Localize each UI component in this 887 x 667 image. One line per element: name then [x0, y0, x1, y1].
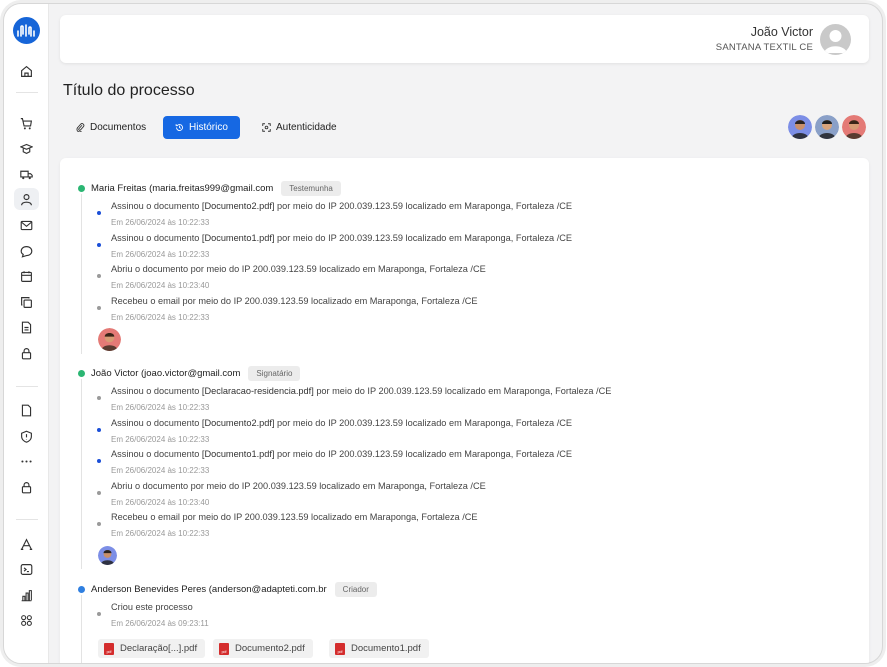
file-icon[interactable] — [14, 399, 39, 421]
event-dot — [97, 459, 101, 463]
pdf-icon — [219, 642, 229, 655]
graduation-cap-icon[interactable] — [14, 137, 39, 159]
tab-documentos-label: Documentos — [90, 122, 147, 133]
more-dots-icon[interactable] — [14, 450, 39, 472]
apps-icon[interactable] — [14, 609, 39, 631]
text-font-icon[interactable] — [14, 533, 39, 555]
signer-row: Maria Freitas (maria.freitas999@gmail.co… — [78, 181, 341, 196]
event-dot — [97, 522, 101, 526]
timeline-line — [81, 595, 82, 663]
event-dot — [97, 211, 101, 215]
signer-row: João Victor (joao.victor@gmail.com Signa… — [78, 366, 301, 381]
pdf-icon — [335, 642, 345, 655]
event-text: Assinou o documento [Documento1.pdf] por… — [111, 449, 573, 459]
event-time: Em 26/06/2024 às 10:22:33 — [111, 313, 210, 322]
tab-documentos[interactable]: Documentos — [64, 116, 158, 139]
tab-historico[interactable]: Histórico — [163, 116, 240, 139]
document-name: Documento1.pdf — [351, 643, 421, 654]
pdf-icon — [104, 642, 114, 655]
signer-name: Maria Freitas (maria.freitas999@gmail.co… — [91, 183, 274, 194]
signer-name: Anderson Benevides Peres (anderson@adapt… — [91, 584, 327, 595]
chat-icon[interactable] — [14, 240, 39, 262]
lock-icon[interactable] — [14, 476, 39, 498]
event-time: Em 26/06/2024 às 10:23:40 — [111, 498, 210, 507]
timeline-line — [81, 379, 82, 569]
event-text: Assinou o documento [Declaracao-residenc… — [111, 386, 612, 396]
history-card: Maria Freitas (maria.freitas999@gmail.co… — [60, 158, 869, 663]
document-chip[interactable]: Declaração[...].pdf — [98, 639, 206, 658]
copy-icon[interactable] — [14, 291, 39, 313]
scan-icon — [262, 123, 271, 132]
avatar[interactable] — [842, 115, 866, 139]
event-text: Abriu o documento por meio do IP 200.039… — [111, 481, 486, 491]
event-dot — [97, 396, 101, 400]
event-text: Assinou o documento [Documento2.pdf] por… — [111, 418, 573, 428]
signature-avatar — [98, 546, 117, 565]
terminal-icon[interactable] — [14, 558, 39, 580]
signer-name: João Victor (joao.victor@gmail.com — [91, 368, 241, 379]
event-dot — [97, 274, 101, 278]
document-name: Declaração[...].pdf — [120, 643, 198, 654]
event-dot — [97, 491, 101, 495]
history-icon — [175, 124, 183, 131]
event-time: Em 26/06/2024 às 10:22:33 — [111, 466, 210, 475]
home-icon[interactable] — [14, 60, 39, 82]
status-dot — [78, 370, 85, 377]
event-dot — [97, 428, 101, 432]
document-chip[interactable]: Documento1.pdf — [329, 639, 429, 658]
paperclip-icon — [76, 123, 85, 132]
event-text: Recebeu o email por meio do IP 200.039.1… — [111, 512, 478, 522]
user-company: SANTANA TEXTIL CE — [715, 42, 813, 53]
role-badge: Criador — [334, 582, 377, 597]
participants-avatars — [788, 115, 866, 139]
event-text: Assinou o documento [Documento2.pdf] por… — [111, 201, 573, 211]
signer-row: Anderson Benevides Peres (anderson@adapt… — [78, 582, 377, 597]
cart-icon[interactable] — [14, 112, 39, 134]
calendar-icon[interactable] — [14, 265, 39, 287]
event-dot — [97, 306, 101, 310]
avatar[interactable] — [788, 115, 812, 139]
role-badge: Testemunha — [281, 181, 341, 196]
lock-icon[interactable] — [14, 342, 39, 364]
role-badge: Signatário — [248, 366, 301, 381]
page-title: Título do processo — [63, 82, 195, 99]
user-name: João Victor — [750, 25, 813, 39]
event-time: Em 26/06/2024 às 10:22:33 — [111, 435, 210, 444]
event-time: Em 26/06/2024 às 10:23:40 — [111, 281, 210, 290]
shield-icon[interactable] — [14, 425, 39, 447]
status-dot — [78, 586, 85, 593]
sidebar — [4, 4, 49, 663]
status-dot — [78, 185, 85, 192]
event-time: Em 26/06/2024 às 10:22:33 — [111, 250, 210, 259]
event-text: Criou este processo — [111, 602, 193, 612]
event-time: Em 26/06/2024 às 10:22:33 — [111, 403, 210, 412]
truck-icon[interactable] — [14, 163, 39, 185]
event-text: Recebeu o email por meio do IP 200.039.1… — [111, 296, 478, 306]
signature-avatar — [98, 328, 121, 351]
avatar[interactable] — [815, 115, 839, 139]
tab-autenticidade-label: Autenticidade — [276, 122, 337, 133]
file-text-icon[interactable] — [14, 316, 39, 338]
app-window: João Victor SANTANA TEXTIL CE Título do … — [3, 3, 883, 664]
event-time: Em 26/06/2024 às 10:22:33 — [111, 218, 210, 227]
default-avatar-icon — [824, 30, 847, 53]
logo-icon — [17, 24, 35, 37]
event-text: Abriu o documento por meio do IP 200.039… — [111, 264, 486, 274]
top-header: João Victor SANTANA TEXTIL CE — [60, 15, 869, 63]
document-name: Documento2.pdf — [235, 643, 305, 654]
timeline-line — [81, 194, 82, 354]
event-dot — [97, 612, 101, 616]
user-avatar[interactable] — [820, 24, 851, 55]
event-time: Em 26/06/2024 às 10:22:33 — [111, 529, 210, 538]
event-text: Assinou o documento [Documento1.pdf] por… — [111, 233, 573, 243]
event-dot — [97, 243, 101, 247]
tab-autenticidade[interactable]: Autenticidade — [250, 116, 349, 139]
bar-chart-icon[interactable] — [14, 584, 39, 606]
document-chip[interactable]: Documento2.pdf — [213, 639, 313, 658]
user-icon[interactable] — [14, 188, 39, 210]
tab-historico-label: Histórico — [189, 122, 228, 133]
app-logo[interactable] — [13, 17, 40, 44]
event-time: Em 26/06/2024 às 09:23:11 — [111, 619, 209, 628]
mail-icon[interactable] — [14, 214, 39, 236]
